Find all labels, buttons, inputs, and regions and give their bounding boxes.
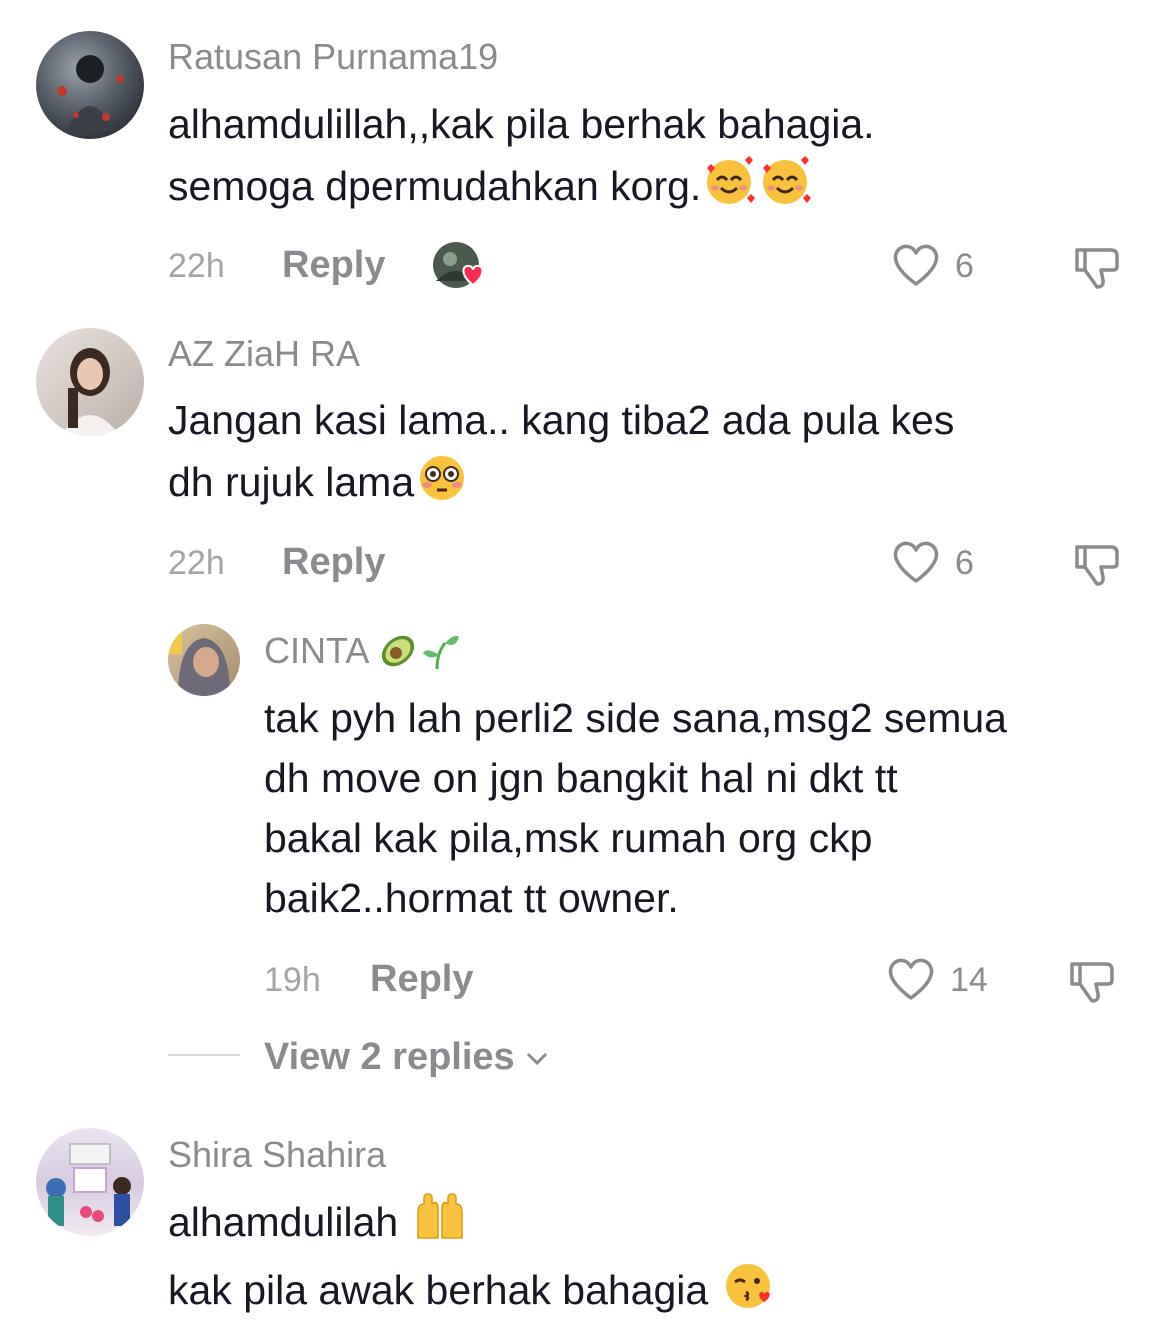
- comment-text: Jangan kasi lama.. kang tiba2 ada pula k…: [168, 390, 954, 518]
- username[interactable]: CINTA: [264, 629, 461, 680]
- reply-button[interactable]: Reply: [370, 958, 473, 1001]
- smiling-face-with-hearts-emoji: [757, 154, 813, 222]
- view-replies-label: View 2 replies: [264, 1036, 515, 1078]
- avatar[interactable]: [168, 624, 240, 696]
- username[interactable]: Shira Shahira: [168, 1134, 386, 1176]
- comment-line: kak pila awak berhak bahagia: [168, 1267, 709, 1313]
- raising-hands-emoji: [410, 1190, 470, 1258]
- comment-line: Jangan kasi lama.. kang tiba2 ada pula k…: [168, 397, 955, 443]
- heart-outline-icon[interactable]: [891, 242, 941, 293]
- comment-line: dh move on jgn bangkit hal ni dkt tt: [264, 755, 898, 801]
- heart-outline-icon[interactable]: [891, 539, 941, 590]
- like-count: 6: [955, 544, 974, 582]
- username[interactable]: AZ ZiaH RA: [168, 333, 360, 375]
- face-blowing-kiss-emoji: [720, 1258, 776, 1326]
- timestamp: 22h: [168, 544, 225, 582]
- reply-button[interactable]: Reply: [282, 541, 385, 584]
- reply-button[interactable]: Reply: [282, 244, 385, 287]
- chevron-down-icon: [525, 1034, 549, 1077]
- comment-text: alhamdulilah kak pila awak berhak bahagi…: [168, 1190, 776, 1326]
- comment-line: dh rujuk lama: [168, 459, 415, 505]
- dislike-icon[interactable]: [1066, 956, 1118, 1009]
- dislike-icon[interactable]: [1071, 539, 1123, 592]
- timestamp: 19h: [264, 961, 321, 999]
- seedling-emoji: [419, 629, 461, 680]
- timestamp: 22h: [168, 247, 225, 285]
- comment-text: alhamdulillah,,kak pila berhak bahagia. …: [168, 94, 875, 222]
- dislike-icon[interactable]: [1071, 242, 1123, 295]
- view-replies-button[interactable]: View 2 replies: [264, 1034, 549, 1079]
- creator-liked-icon: [432, 241, 490, 294]
- flushed-face-emoji: [414, 450, 470, 518]
- comment-line: alhamdulilah: [168, 1199, 399, 1245]
- avocado-emoji: [377, 629, 419, 680]
- comment-line: baik2..hormat tt owner.: [264, 875, 679, 921]
- comment-line: tak pyh lah perli2 side sana,msg2 semua: [264, 695, 1007, 741]
- avatar[interactable]: [36, 328, 144, 436]
- smiling-face-with-hearts-emoji: [701, 154, 757, 222]
- divider: [168, 1054, 240, 1056]
- heart-outline-icon[interactable]: [886, 956, 936, 1007]
- comment-line: bakal kak pila,msk rumah org ckp: [264, 815, 873, 861]
- avatar[interactable]: [36, 1128, 144, 1236]
- username[interactable]: Ratusan Purnama19: [168, 36, 498, 78]
- username-text: CINTA: [264, 630, 368, 671]
- like-count: 6: [955, 247, 974, 285]
- avatar[interactable]: [36, 31, 144, 139]
- comment-line: semoga dpermudahkan korg.: [168, 163, 702, 209]
- comment-line: alhamdulillah,,kak pila berhak bahagia.: [168, 101, 875, 147]
- comment-text: tak pyh lah perli2 side sana,msg2 semua …: [264, 688, 1007, 928]
- like-count: 14: [950, 961, 988, 999]
